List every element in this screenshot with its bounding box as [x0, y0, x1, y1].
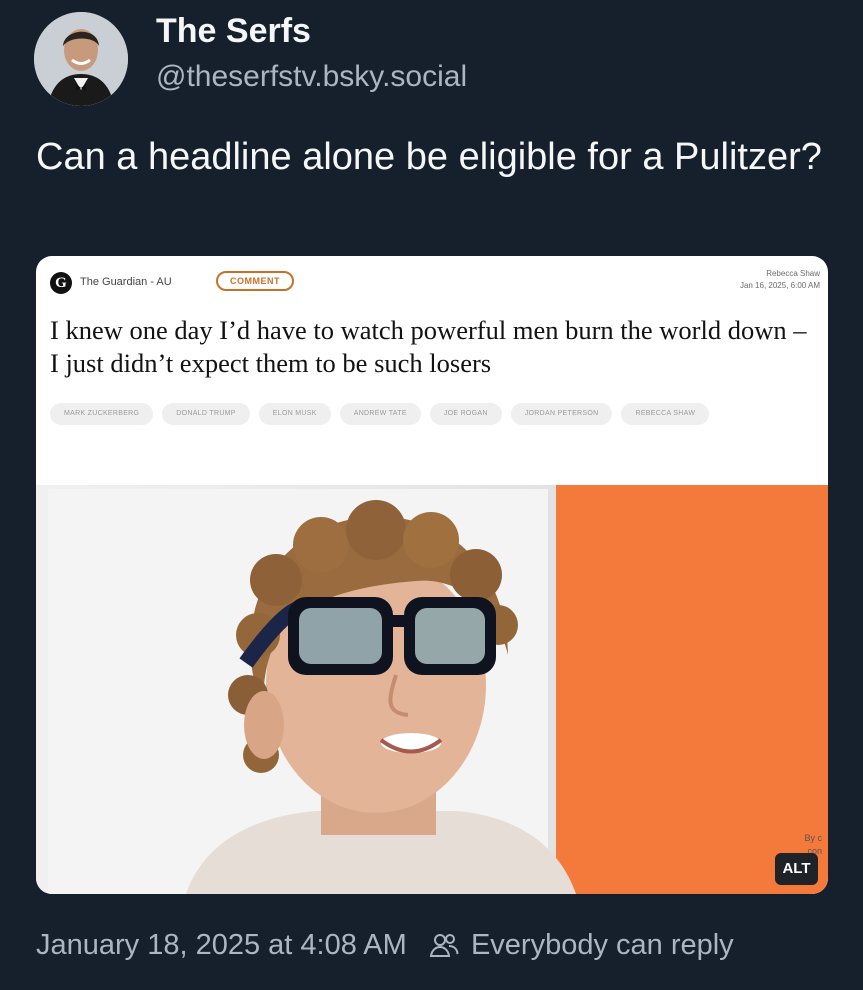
post-footer: January 18, 2025 at 4:08 AM Everybody ca…	[36, 928, 734, 962]
alt-text-button[interactable]: ALT	[775, 853, 818, 885]
article-byline: Rebecca Shaw Jan 16, 2025, 6:00 AM	[740, 268, 820, 292]
article-source: The Guardian - AU	[80, 276, 172, 288]
embedded-image[interactable]: G The Guardian - AU COMMENT Rebecca Shaw…	[36, 256, 828, 894]
article-tag: JOE ROGAN	[429, 403, 502, 425]
guardian-logo-icon: G	[50, 272, 72, 294]
article-tag: ELON MUSK	[258, 403, 331, 425]
post-card: The Serfs @theserfstv.bsky.social Can a …	[0, 0, 863, 990]
byline-date: Jan 16, 2025, 6:00 AM	[739, 281, 820, 290]
avatar-photo	[34, 12, 128, 106]
comment-badge: COMMENT	[216, 271, 294, 291]
article-tag: JORDAN PETERSON	[510, 403, 613, 425]
article-tags: MARK ZUCKERBERG DONALD TRUMP ELON MUSK ANDR…	[50, 402, 820, 435]
post-timestamp: January 18, 2025 at 4:08 AM	[36, 928, 407, 961]
avatar[interactable]	[34, 12, 128, 106]
author-name[interactable]: The Serfs	[156, 12, 311, 51]
article-headline: I knew one day I’d have to watch powerfu…	[50, 315, 807, 378]
article-tag: REBECCA SHAW	[621, 403, 710, 425]
article-photo	[36, 485, 828, 894]
post-text: Can a headline alone be eligible for a P…	[36, 136, 822, 178]
orange-panel	[556, 485, 828, 894]
article-tag: MARK ZUCKERBERG	[50, 403, 154, 425]
reply-setting[interactable]: Everybody can reply	[471, 929, 734, 961]
author-handle[interactable]: @theserfstv.bsky.social	[156, 60, 467, 94]
article-tag: DONALD TRUMP	[162, 403, 250, 425]
byline-author: Rebecca Shaw	[766, 269, 820, 278]
article-tag: ANDREW TATE	[339, 403, 421, 425]
people-icon	[429, 934, 459, 958]
portrait-illustration	[36, 485, 828, 894]
overlay-line: By c	[804, 833, 822, 843]
